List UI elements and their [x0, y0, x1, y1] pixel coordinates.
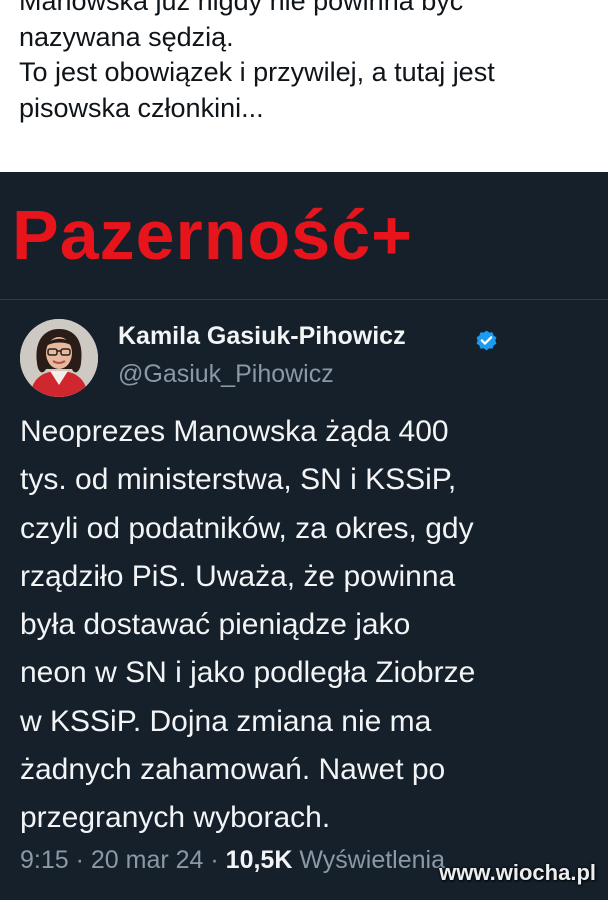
tweet-body-line: przegranych wyborach.	[20, 801, 331, 835]
tweet-body-line: tys. od ministerstwa, SN i KSSiP,	[20, 463, 457, 497]
tweet-body-line: czyli od podatników, za okres, gdy	[20, 511, 474, 545]
avatar-portrait-icon	[20, 319, 98, 397]
top-comment-line: Manowska już nigdy nie powinna być	[19, 0, 464, 16]
tweet-author-name[interactable]: Kamila Gasiuk-Pihowicz	[118, 322, 406, 351]
tweet-body: Neoprezes Manowska żąda 400 tys. od mini…	[20, 408, 595, 843]
tweet-time[interactable]: 9:15	[20, 846, 69, 874]
tweet-body-line: neon w SN i jako podległa Ziobrze	[20, 656, 476, 690]
top-comment-panel: Manowska już nigdy nie powinna być nazyw…	[0, 0, 608, 172]
tweet-views-count[interactable]: 10,5K	[226, 846, 293, 874]
tweet-views-label[interactable]: Wyświetlenia	[299, 846, 445, 874]
verified-badge-icon	[474, 329, 499, 354]
top-comment-line: To jest obowiązek i przywilej, a tutaj j…	[19, 57, 495, 87]
tweet-meta: 9:15 · 20 mar 24 · 10,5K Wyświetlenia	[20, 846, 445, 875]
top-comment-line: nazywana sędzią.	[19, 21, 234, 52]
tweet-author-handle[interactable]: @Gasiuk_Pihowicz	[118, 360, 334, 389]
watermark: www.wiocha.pl	[439, 860, 596, 885]
avatar[interactable]	[20, 319, 98, 397]
tweet-body-line: była dostawać pieniądze jako	[20, 608, 411, 642]
top-comment-line: pisowska członkini...	[19, 92, 264, 123]
tweet-body-line: w KSSiP. Dojna zmiana nie ma	[20, 704, 432, 738]
tweet-body-line: Neoprezes Manowska żąda 400	[20, 415, 449, 448]
meta-separator: ·	[203, 846, 226, 874]
tweet-date[interactable]: 20 mar 24	[91, 846, 204, 874]
top-comment-text: Manowska już nigdy nie powinna być nazyw…	[19, 0, 599, 126]
divider	[0, 299, 608, 300]
meta-separator: ·	[68, 846, 91, 874]
tweet-body-line: żadnych zahamowań. Nawet po	[20, 753, 446, 787]
headline-overlay: Pazerność+	[12, 196, 414, 274]
tweet-body-line: rządziło PiS. Uważa, że powinna	[20, 559, 456, 593]
